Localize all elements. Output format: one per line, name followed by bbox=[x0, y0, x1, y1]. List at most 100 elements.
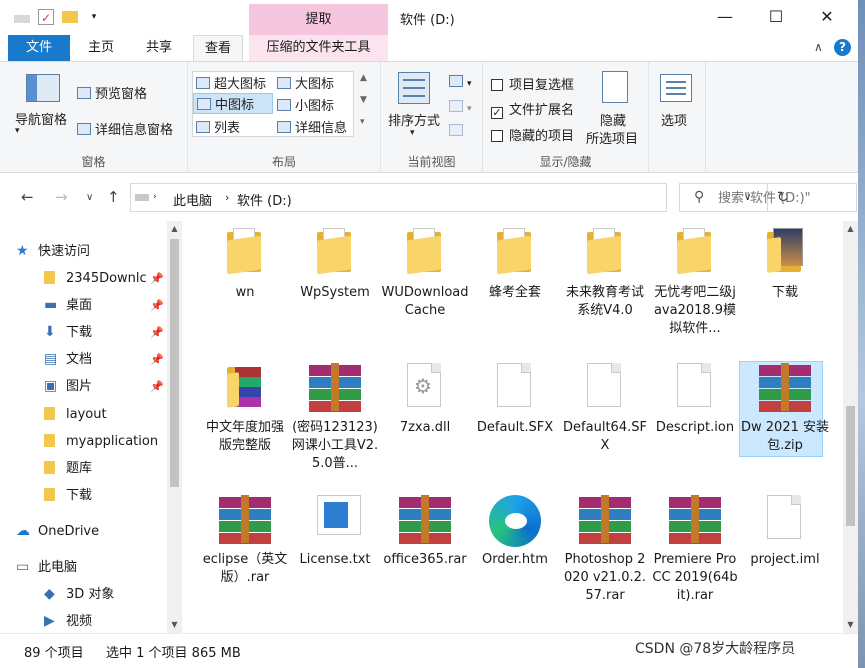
tab-file[interactable]: 文件 bbox=[8, 35, 70, 61]
nav-item[interactable]: ⬇ 下载 📌 bbox=[0, 319, 168, 346]
file-item[interactable]: ⚙ 7zxa.dll bbox=[381, 361, 469, 491]
layout-list[interactable]: 列表 bbox=[196, 117, 240, 136]
navigation-pane: ★ 快速访问 2345Downlc 📌 ▬ 桌面 📌 ⬇ 下载 📌 ▤ 文档 📌 ▣ 图片 📌 layout my… bbox=[0, 221, 182, 633]
nav-item-label: 3D 对象 bbox=[66, 587, 115, 602]
layout-scroll-up-icon[interactable]: ▲ bbox=[360, 73, 367, 83]
item-checkboxes-toggle[interactable]: 项目复选框 bbox=[491, 74, 574, 93]
nav-scroll-thumb[interactable] bbox=[170, 239, 179, 487]
hide-selected-button[interactable]: 隐藏 bbox=[600, 110, 626, 129]
properties-icon[interactable]: ✓ bbox=[38, 9, 54, 25]
item-checkboxes-checkbox[interactable] bbox=[491, 79, 503, 91]
nav-item[interactable]: 2345Downlc 📌 bbox=[0, 265, 168, 292]
nav-item[interactable]: ▣ 图片 📌 bbox=[0, 373, 168, 400]
nav-item[interactable]: 下载 bbox=[0, 482, 168, 509]
file-item[interactable]: 下载 bbox=[741, 226, 829, 356]
file-extensions-toggle[interactable]: ✓ 文件扩展名 bbox=[491, 99, 574, 119]
nav-item[interactable]: myapplication bbox=[0, 428, 168, 455]
layout-large-icons[interactable]: 大图标 bbox=[277, 73, 334, 92]
nav-scrollbar[interactable]: ▲ ▼ bbox=[167, 221, 182, 633]
nav-item[interactable]: ▶ 视频 bbox=[0, 608, 168, 633]
file-item[interactable]: 中文年度加强版完整版 bbox=[201, 361, 289, 491]
layout-group-label: 布局 bbox=[271, 155, 296, 169]
nav-item[interactable]: 题库 bbox=[0, 455, 168, 482]
customize-qat-icon[interactable]: ▾ bbox=[86, 9, 102, 25]
layout-details[interactable]: 详细信息 bbox=[277, 117, 347, 136]
nav-pane-dropdown-icon[interactable]: ▾ bbox=[15, 126, 20, 136]
layout-extra-large-icons[interactable]: 超大图标 bbox=[196, 73, 266, 92]
hidden-items-checkbox[interactable] bbox=[491, 130, 503, 142]
nav-item[interactable]: ▬ 桌面 📌 bbox=[0, 292, 168, 319]
nav-item[interactable]: ★ 快速访问 bbox=[0, 238, 168, 265]
file-extensions-checkbox[interactable]: ✓ bbox=[491, 107, 503, 119]
file-item[interactable]: WUDownloadCache bbox=[381, 226, 469, 356]
new-folder-icon[interactable] bbox=[62, 11, 78, 23]
file-item[interactable]: eclipse（英文版）.rar bbox=[201, 493, 289, 623]
recent-locations-icon[interactable]: ∨ bbox=[86, 192, 93, 203]
up-button[interactable]: ↑ bbox=[107, 188, 120, 206]
file-item[interactable]: wn bbox=[201, 226, 289, 356]
nav-item[interactable]: layout bbox=[0, 401, 168, 428]
crumb-separator-icon[interactable]: › bbox=[225, 191, 229, 204]
file-item[interactable]: Default.SFX bbox=[471, 361, 559, 491]
file-name: License.txt bbox=[299, 552, 371, 567]
options-button[interactable]: 选项 bbox=[661, 110, 687, 129]
minimize-button[interactable]: — bbox=[702, 0, 748, 34]
help-icon[interactable]: ? bbox=[834, 39, 851, 56]
file-item[interactable]: 未来教育考试系统V4.0 bbox=[561, 226, 649, 356]
size-columns-button[interactable] bbox=[449, 124, 467, 139]
files-scroll-thumb[interactable] bbox=[846, 406, 855, 526]
close-button[interactable]: ✕ bbox=[804, 0, 850, 34]
preview-pane-button[interactable]: 预览窗格 bbox=[77, 83, 147, 102]
file-item[interactable]: office365.rar bbox=[381, 493, 469, 623]
crumb-this-pc[interactable]: 此电脑 bbox=[173, 190, 212, 209]
crumb-separator-icon[interactable]: › bbox=[153, 192, 157, 202]
file-item[interactable]: Order.htm bbox=[471, 493, 559, 623]
file-list-scrollbar[interactable]: ▲ ▼ bbox=[843, 221, 858, 633]
crumb-drive-d[interactable]: 软件 (D:) bbox=[237, 190, 292, 209]
file-item[interactable]: project.iml bbox=[741, 493, 829, 623]
files-scroll-down-icon[interactable]: ▼ bbox=[843, 617, 858, 633]
search-box[interactable]: ⚲ bbox=[679, 183, 857, 212]
file-item[interactable]: Premiere Pro CC 2019(64bit).rar bbox=[651, 493, 739, 623]
file-item[interactable]: (密码123123)网课小工具V2.5.0普... bbox=[291, 361, 379, 491]
file-item[interactable]: Default64.SFX bbox=[561, 361, 649, 491]
hidden-items-toggle[interactable]: 隐藏的项目 bbox=[491, 125, 574, 144]
layout-medium-icons[interactable]: 中图标 bbox=[193, 93, 273, 114]
medium-icons-icon bbox=[197, 98, 211, 110]
tab-share[interactable]: 共享 bbox=[136, 35, 182, 61]
sort-by-dropdown-icon[interactable]: ▾ bbox=[410, 128, 415, 138]
nav-scroll-up-icon[interactable]: ▲ bbox=[167, 221, 182, 237]
nav-item[interactable]: ▭ 此电脑 bbox=[0, 554, 168, 581]
nav-item[interactable]: ▤ 文档 📌 bbox=[0, 346, 168, 373]
file-item[interactable]: WpSystem bbox=[291, 226, 379, 356]
file-item[interactable]: Descript.ion bbox=[651, 361, 739, 491]
layout-scroll-down-icon[interactable]: ▼ bbox=[360, 95, 367, 105]
tab-home[interactable]: 主页 bbox=[78, 35, 124, 61]
address-bar[interactable]: › 此电脑 › 软件 (D:) ∨ ↻ bbox=[130, 183, 789, 212]
maximize-button[interactable]: ☐ bbox=[753, 0, 799, 34]
add-columns-button[interactable]: ▾ bbox=[449, 100, 472, 115]
details-pane-button[interactable]: 详细信息窗格 bbox=[77, 119, 173, 138]
collapse-ribbon-icon[interactable]: ∧ bbox=[814, 40, 823, 54]
nav-scroll-down-icon[interactable]: ▼ bbox=[167, 617, 182, 633]
file-item[interactable]: Dw 2021 安装包.zip bbox=[739, 361, 829, 491]
tab-view[interactable]: 查看 bbox=[193, 35, 243, 61]
nav-item[interactable]: ☁ OneDrive bbox=[0, 518, 168, 545]
file-item[interactable]: License.txt bbox=[291, 493, 379, 623]
file-item[interactable]: 无忧考吧二级java2018.9模拟软件... bbox=[651, 226, 739, 356]
layout-small-icons[interactable]: 小图标 bbox=[277, 95, 334, 114]
file-item[interactable]: Photoshop 2020 v21.0.2.57.rar bbox=[561, 493, 649, 623]
nav-item[interactable]: ◆ 3D 对象 bbox=[0, 581, 168, 608]
file-item[interactable]: 蜂考全套 bbox=[471, 226, 559, 356]
sort-by-button[interactable]: 排序方式 bbox=[388, 110, 440, 129]
forward-button[interactable]: → bbox=[55, 188, 68, 206]
search-input[interactable] bbox=[718, 188, 853, 208]
layout-more-icon[interactable]: ▾ bbox=[360, 117, 365, 127]
current-view-group-label: 当前视图 bbox=[407, 155, 456, 169]
files-scroll-up-icon[interactable]: ▲ bbox=[843, 221, 858, 237]
group-by-button[interactable]: ▾ bbox=[449, 75, 472, 90]
back-button[interactable]: ← bbox=[21, 188, 34, 206]
hide-selected-button-line2[interactable]: 所选项目 bbox=[586, 128, 638, 147]
nav-pane-button[interactable]: 导航窗格 bbox=[15, 109, 67, 128]
tab-compressed-folder-tools[interactable]: 压缩的文件夹工具 bbox=[249, 35, 388, 61]
